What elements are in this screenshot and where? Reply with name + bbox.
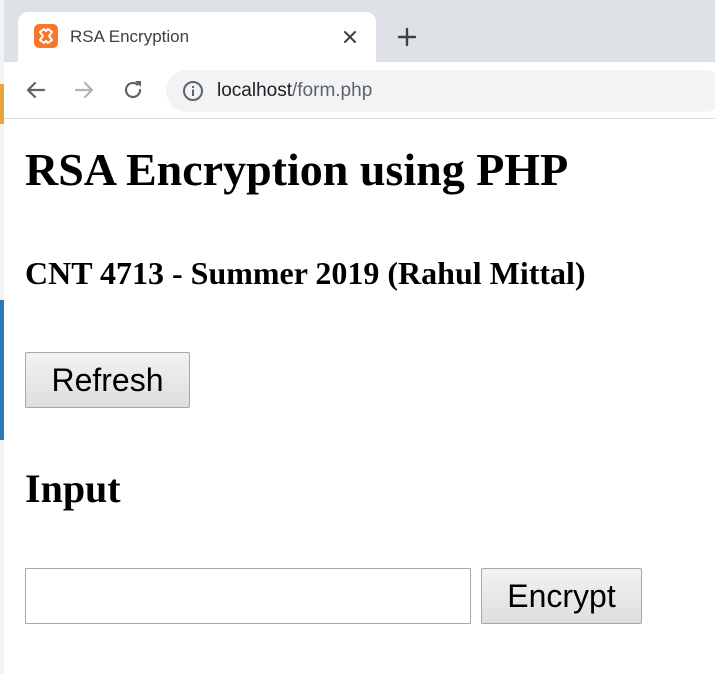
info-icon[interactable] — [182, 80, 204, 102]
course-subtitle: CNT 4713 - Summer 2019 (Rahul Mittal) — [25, 255, 586, 291]
plaintext-input[interactable] — [25, 568, 471, 624]
xampp-icon — [34, 24, 58, 48]
back-arrow-icon[interactable] — [22, 76, 50, 104]
close-icon[interactable] — [340, 27, 360, 47]
input-heading: Input — [25, 466, 121, 511]
address-bar[interactable]: localhost/form.php — [166, 70, 715, 112]
encrypt-button[interactable]: Encrypt — [481, 568, 642, 624]
refresh-button[interactable]: Refresh — [25, 352, 190, 408]
url-path: /form.php — [292, 80, 373, 101]
tab-title: RSA Encryption — [70, 27, 190, 46]
reload-icon[interactable] — [119, 76, 147, 104]
tab-rsa-encryption[interactable]: RSA Encryption — [18, 12, 376, 62]
url-host: localhost — [217, 80, 292, 101]
new-tab-plus-icon[interactable] — [394, 24, 420, 50]
browser-toolbar: localhost/form.php — [4, 62, 715, 119]
page-title: RSA Encryption using PHP — [25, 144, 569, 195]
browser-window: RSA Encryption localhost/form.php RSA En… — [0, 0, 715, 674]
url-text[interactable]: localhost/form.php — [217, 80, 372, 102]
page-content: RSA Encryption using PHP CNT 4713 - Summ… — [4, 119, 715, 674]
forward-arrow-icon[interactable] — [70, 76, 98, 104]
tab-strip: RSA Encryption — [4, 0, 715, 62]
